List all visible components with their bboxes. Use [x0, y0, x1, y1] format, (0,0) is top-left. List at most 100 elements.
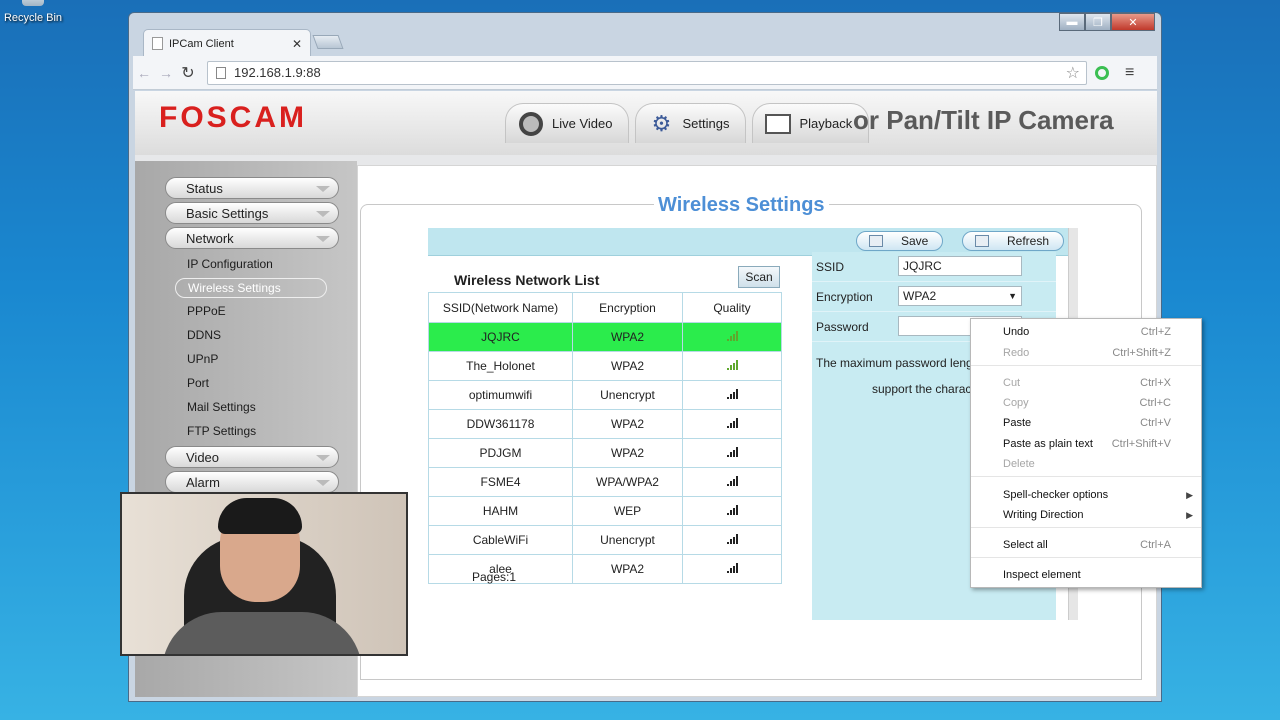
- sidebar-item-label: Alarm: [186, 474, 220, 490]
- maximize-button[interactable]: ❐: [1085, 13, 1111, 31]
- sidebar-sub-pppoe[interactable]: PPPoE: [187, 304, 226, 318]
- tab-ipcam-client[interactable]: IPCam Client ✕: [143, 29, 311, 57]
- nav-playback-label: Playback: [799, 116, 853, 131]
- signal-bars-icon: [726, 447, 738, 457]
- signal-bars-icon: [726, 563, 738, 573]
- nav-live-video[interactable]: Live Video: [505, 103, 630, 143]
- wireless-network-list-panel: Wireless Network List Scan SSID(Network …: [428, 260, 784, 622]
- signal-bars-icon: [726, 331, 738, 341]
- ssid-cell: The_Holonet: [428, 351, 573, 381]
- sidebar-sub-wireless-settings[interactable]: Wireless Settings: [175, 278, 327, 298]
- password-hint-line1: The maximum password lengt: [816, 356, 977, 370]
- table-row[interactable]: The_Holonet WPA2: [428, 351, 782, 381]
- context-menu-item-undo[interactable]: Undo Ctrl+Z: [971, 323, 1201, 341]
- table-row[interactable]: optimumwifi Unencrypt: [428, 380, 782, 410]
- context-menu-item-copy: Copy Ctrl+C: [971, 394, 1201, 412]
- ssid-field[interactable]: JQJRC: [898, 256, 1022, 276]
- sidebar-item-network[interactable]: Network: [165, 227, 339, 249]
- menu-item-shortcut: Ctrl+V: [1140, 417, 1171, 429]
- table-row[interactable]: JQJRC WPA2: [428, 322, 782, 352]
- extension-icon[interactable]: [1095, 65, 1109, 80]
- context-menu-item-select-all[interactable]: Select all Ctrl+A: [971, 536, 1201, 554]
- table-row[interactable]: CableWiFi Unencrypt: [428, 525, 782, 555]
- menu-separator: [971, 557, 1201, 558]
- ssid-cell: PDJGM: [428, 438, 573, 468]
- chevron-down-icon: [316, 455, 330, 461]
- refresh-button[interactable]: Refresh: [962, 231, 1065, 251]
- table-row[interactable]: HAHM WEP: [428, 496, 782, 526]
- context-menu-item-paste[interactable]: Paste Ctrl+V: [971, 414, 1201, 432]
- page-header: FOSCAM Live Video ⚙ Settings Playback or…: [135, 91, 1157, 155]
- nav-playback[interactable]: Playback: [752, 103, 870, 143]
- quality-cell: [682, 322, 782, 352]
- back-arrow-icon[interactable]: ←: [133, 65, 155, 81]
- window-controls: ▬ ❐ ✕: [1059, 13, 1155, 31]
- ssid-label: SSID: [816, 260, 845, 274]
- camera-icon: [518, 111, 544, 137]
- sidebar-item-video[interactable]: Video: [165, 446, 339, 468]
- menu-item-shortcut: Ctrl+Z: [1140, 326, 1171, 338]
- sidebar-item-alarm[interactable]: Alarm: [165, 471, 339, 493]
- gear-icon: ⚙: [651, 110, 672, 136]
- chevron-down-icon: [316, 211, 330, 217]
- save-button[interactable]: Save: [856, 231, 944, 251]
- sidebar-sub-ftp-settings[interactable]: FTP Settings: [187, 424, 256, 438]
- dropdown-arrow-icon: ▼: [1008, 291, 1017, 301]
- save-icon: [869, 235, 883, 247]
- recycle-bin-desktop-icon[interactable]: Recycle Bin: [0, 0, 66, 34]
- context-menu-item-spell-checker-options[interactable]: Spell-checker options ▶: [971, 486, 1201, 504]
- save-label: Save: [901, 234, 929, 248]
- sidebar-sub-ddns[interactable]: DDNS: [187, 328, 221, 342]
- encryption-cell: WPA2: [572, 322, 683, 352]
- encryption-cell: WPA2: [572, 554, 683, 584]
- ssid-cell: FSME4: [428, 467, 573, 497]
- close-window-button[interactable]: ✕: [1111, 13, 1155, 31]
- context-menu-item-inspect-element[interactable]: Inspect element: [971, 566, 1201, 584]
- context-menu-item-delete: Delete: [971, 455, 1201, 473]
- chevron-down-icon: [316, 480, 330, 486]
- password-label: Password: [816, 320, 869, 334]
- sidebar-item-basic-settings[interactable]: Basic Settings: [165, 202, 339, 224]
- top-navigation: Live Video ⚙ Settings Playback: [505, 103, 875, 147]
- context-menu-item-paste-as-plain-text[interactable]: Paste as plain text Ctrl+Shift+V: [971, 435, 1201, 453]
- sidebar-sub-mail-settings[interactable]: Mail Settings: [187, 400, 256, 414]
- person-hair: [218, 498, 302, 534]
- signal-bars-icon: [726, 505, 738, 515]
- minimize-button[interactable]: ▬: [1059, 13, 1085, 31]
- address-bar[interactable]: 192.168.1.9:88 ☆: [207, 60, 1087, 85]
- table-row[interactable]: FSME4 WPA/WPA2: [428, 467, 782, 497]
- table-row[interactable]: DDW361178 WPA2: [428, 409, 782, 439]
- ssid-cell: CableWiFi: [428, 525, 573, 555]
- quality-cell: [682, 467, 782, 497]
- sidebar-sub-upnp[interactable]: UPnP: [187, 352, 218, 366]
- menu-item-label: Cut: [1003, 377, 1021, 389]
- submenu-arrow-icon: ▶: [1186, 509, 1193, 520]
- browser-menu-icon[interactable]: ≡: [1125, 64, 1134, 82]
- encryption-cell: WPA2: [572, 351, 683, 381]
- sidebar-sub-ip-configuration[interactable]: IP Configuration: [187, 257, 273, 271]
- encryption-cell: WPA/WPA2: [572, 467, 683, 497]
- bookmark-star-icon[interactable]: ☆: [1066, 63, 1080, 83]
- encryption-cell: Unencrypt: [572, 380, 683, 410]
- quality-cell: [682, 438, 782, 468]
- context-menu-item-writing-direction[interactable]: Writing Direction ▶: [971, 506, 1201, 524]
- sidebar-sub-port[interactable]: Port: [187, 376, 209, 390]
- reload-icon[interactable]: ↻: [177, 63, 199, 83]
- sidebar-item-status[interactable]: Status: [165, 177, 339, 199]
- encryption-select[interactable]: WPA2 ▼: [898, 286, 1022, 306]
- scan-button[interactable]: Scan: [738, 266, 780, 288]
- table-row[interactable]: PDJGM WPA2: [428, 438, 782, 468]
- nav-settings[interactable]: ⚙ Settings: [635, 103, 747, 143]
- url-text[interactable]: 192.168.1.9:88: [234, 65, 1066, 80]
- quality-cell: [682, 525, 782, 555]
- ssid-cell: JQJRC: [428, 322, 573, 352]
- menu-item-label: Select all: [1003, 539, 1048, 551]
- menu-item-label: Delete: [1003, 458, 1035, 470]
- new-tab-button[interactable]: [312, 35, 344, 49]
- password-hint-line2: support the charact: [872, 382, 975, 396]
- tab-close-icon[interactable]: ✕: [292, 37, 302, 51]
- context-menu-item-redo: Redo Ctrl+Shift+Z: [971, 344, 1201, 362]
- menu-item-shortcut: Ctrl+X: [1140, 377, 1171, 389]
- page-icon: [216, 66, 226, 79]
- forward-arrow-icon[interactable]: →: [155, 65, 177, 81]
